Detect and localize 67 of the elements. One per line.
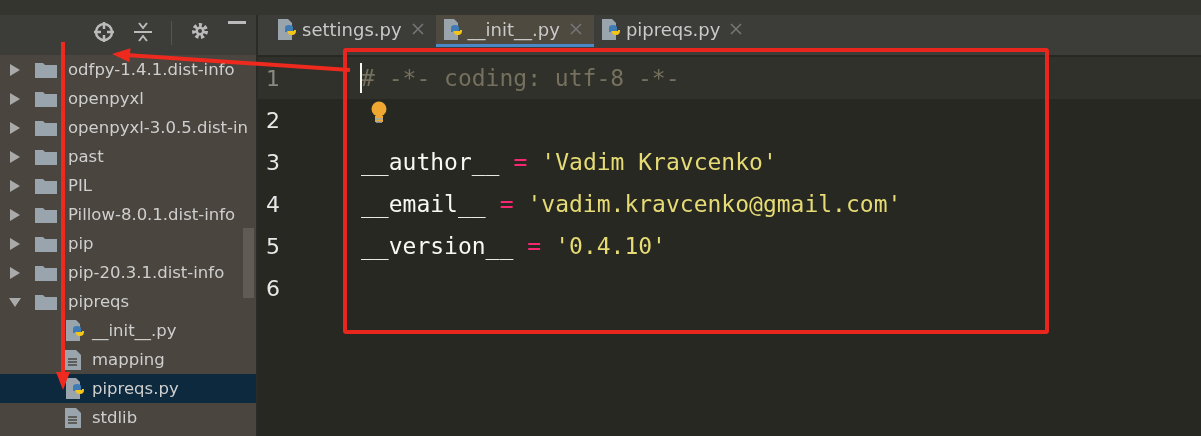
- folder-icon: [34, 60, 58, 79]
- tree-item[interactable]: mapping: [0, 345, 256, 374]
- code-token: '0.4.10': [555, 233, 666, 259]
- python-file-icon: [276, 17, 298, 42]
- line-number: 3: [265, 149, 281, 175]
- text-cursor: [360, 63, 362, 93]
- folder-icon: [34, 205, 58, 224]
- line-number: 6: [265, 275, 281, 301]
- code-token: 'vadim.kravcenko@gmail.com': [527, 191, 902, 217]
- collapsed-arrow-icon[interactable]: [8, 207, 22, 222]
- tree-item[interactable]: pip: [0, 229, 256, 258]
- tab-label: settings.py: [302, 19, 402, 40]
- tree-item[interactable]: pipreqs: [0, 287, 256, 316]
- line-number: 4: [265, 191, 281, 217]
- collapsed-arrow-icon[interactable]: [8, 236, 22, 251]
- collapsed-arrow-icon[interactable]: [8, 178, 22, 193]
- python-file-icon: [64, 318, 86, 343]
- tree-item[interactable]: openpyxl: [0, 84, 256, 113]
- tab-label: __init__.py: [467, 19, 560, 40]
- settings-icon[interactable]: [190, 21, 210, 41]
- tree-item[interactable]: Pillow-8.0.1.dist-info: [0, 200, 256, 229]
- tree-item[interactable]: past: [0, 142, 256, 171]
- code-token: =: [527, 233, 542, 259]
- collapsed-arrow-icon[interactable]: [8, 265, 22, 280]
- tree-item[interactable]: pipreqs.py: [0, 374, 256, 403]
- folder-icon: [34, 292, 58, 311]
- python-file-icon: [64, 376, 86, 401]
- close-icon[interactable]: [411, 23, 424, 35]
- tree-item[interactable]: stdlib: [0, 403, 256, 432]
- folder-icon: [34, 176, 58, 195]
- code-token: =: [499, 191, 514, 217]
- code-token: # -*- coding: utf-8 -*-: [361, 65, 680, 91]
- code-token: __email__: [361, 191, 486, 217]
- folder-icon: [34, 234, 58, 253]
- collapsed-arrow-icon[interactable]: [8, 62, 22, 77]
- minimize-icon[interactable]: [228, 21, 246, 25]
- code-token: =: [513, 149, 528, 175]
- file-tab[interactable]: __init__.py: [435, 15, 594, 47]
- locate-icon[interactable]: [93, 21, 115, 43]
- python-file-icon: [441, 17, 464, 42]
- python-file-icon: [599, 17, 622, 42]
- folder-icon: [34, 118, 58, 137]
- tree-item[interactable]: openpyxl-3.0.5.dist-in: [0, 113, 256, 142]
- code-token: __version__: [361, 233, 514, 259]
- file-tab[interactable]: settings.py: [270, 15, 436, 47]
- collapse-all-icon[interactable]: [133, 21, 153, 43]
- text-file-icon: [64, 348, 82, 371]
- folder-icon: [34, 147, 58, 166]
- tab-label: pipreqs.py: [625, 19, 721, 40]
- close-icon[interactable]: [730, 23, 743, 35]
- tree-item[interactable]: PIL: [0, 171, 256, 200]
- lightbulb-icon[interactable]: [370, 101, 388, 125]
- file-tab[interactable]: pipreqs.py: [593, 15, 755, 47]
- collapsed-arrow-icon[interactable]: [8, 120, 22, 135]
- tree-item[interactable]: __init__.py: [0, 316, 256, 345]
- folder-icon: [34, 263, 58, 282]
- text-file-icon: [64, 406, 82, 429]
- line-number: 1: [265, 65, 281, 91]
- code-token: __author__: [361, 149, 500, 175]
- tree-item[interactable]: odfpy-1.4.1.dist-info: [0, 55, 256, 84]
- folder-icon: [34, 89, 58, 108]
- collapsed-arrow-icon[interactable]: [8, 91, 22, 106]
- line-number: 2: [265, 107, 281, 133]
- collapsed-arrow-icon[interactable]: [8, 149, 22, 164]
- tree-item[interactable]: pip-20.3.1.dist-info: [0, 258, 256, 287]
- code-token: 'Vadim Kravcenko': [541, 149, 777, 175]
- line-number: 5: [265, 233, 281, 259]
